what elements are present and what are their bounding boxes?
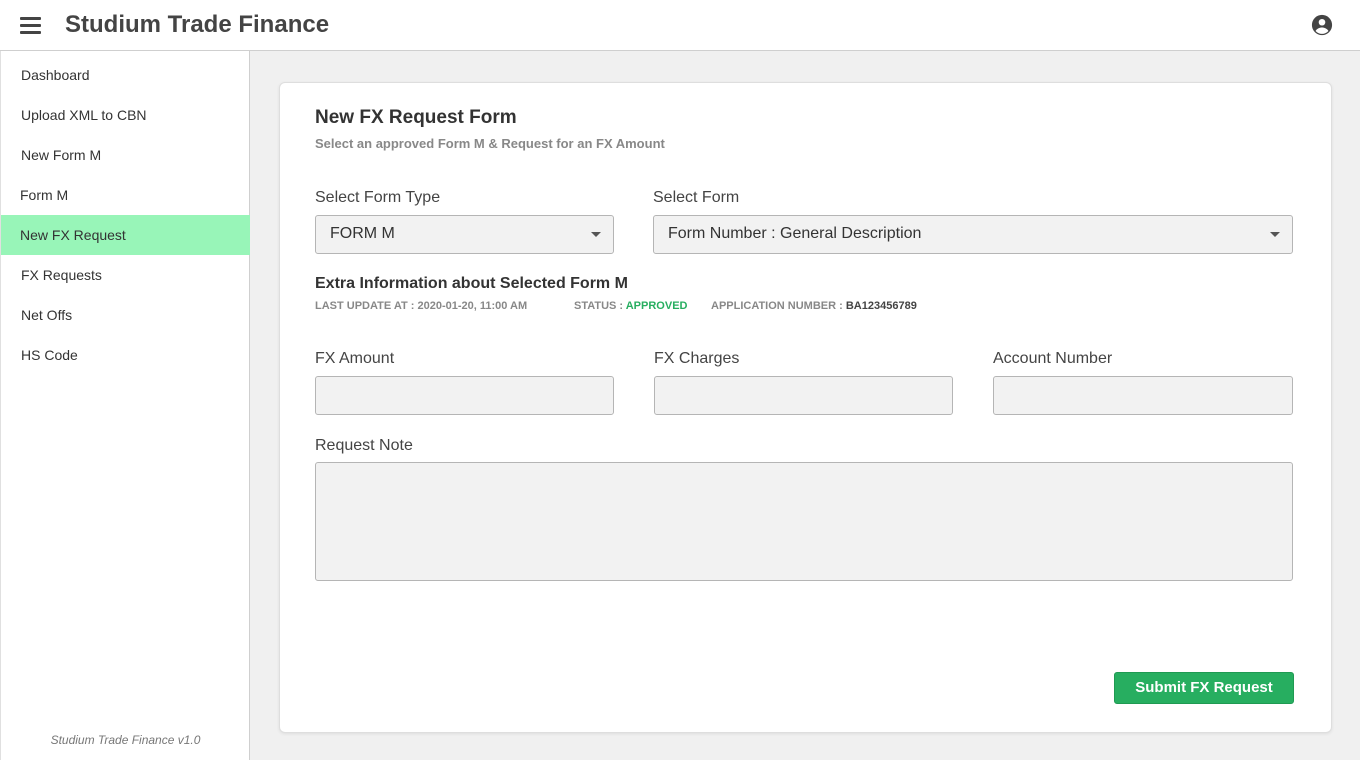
sidebar-item-new-fx-request[interactable]: New FX Request [1, 215, 250, 255]
sidebar-item-net-offs[interactable]: Net Offs [1, 295, 250, 335]
hamburger-menu-icon[interactable] [19, 15, 43, 35]
form-type-value: FORM M [330, 225, 395, 242]
sidebar-item-fx-requests[interactable]: FX Requests [1, 255, 250, 295]
status-badge: APPROVED [625, 300, 688, 312]
fx-charges-input[interactable] [654, 376, 953, 415]
account-circle-icon[interactable] [1311, 14, 1333, 36]
top-app-bar: Studium Trade Finance [0, 0, 1360, 51]
fx-amount-label: FX Amount [315, 350, 395, 367]
account-number-input[interactable] [993, 376, 1293, 415]
form-type-select[interactable]: FORM M [315, 215, 614, 254]
app-title: Studium Trade Finance [65, 11, 330, 38]
status-meta: STATUS : APPROVED [574, 300, 687, 312]
last-update-value: 2020-01-20, 11:00 AM [417, 300, 528, 312]
sidebar-item-form-m[interactable]: Form M [1, 175, 250, 215]
sidebar-item-dashboard[interactable]: Dashboard [1, 55, 250, 95]
submit-fx-request-button[interactable]: Submit FX Request [1114, 672, 1294, 704]
chevron-down-icon [1270, 232, 1280, 237]
last-update-meta: LAST UPDATE AT : 2020-01-20, 11:00 AM [315, 300, 527, 312]
form-subtitle: Select an approved Form M & Request for … [315, 136, 665, 151]
status-label: STATUS : [574, 300, 626, 312]
sidebar-item-upload-xml[interactable]: Upload XML to CBN [1, 95, 250, 135]
select-form-select[interactable]: Form Number : General Description [653, 215, 1293, 254]
sidebar: Dashboard Upload XML to CBN New Form M F… [0, 51, 250, 760]
fx-charges-label: FX Charges [654, 350, 740, 367]
extra-info-title: Extra Information about Selected Form M [315, 275, 628, 292]
sidebar-item-hs-code[interactable]: HS Code [1, 335, 250, 375]
request-note-label: Request Note [315, 437, 413, 454]
form-type-label: Select Form Type [315, 189, 441, 206]
sidebar-item-new-form-m[interactable]: New Form M [1, 135, 250, 175]
chevron-down-icon [591, 232, 601, 237]
fx-amount-input[interactable] [315, 376, 614, 415]
application-number-label: APPLICATION NUMBER : [711, 300, 846, 312]
last-update-label: LAST UPDATE AT : [315, 300, 418, 312]
select-form-label: Select Form [653, 189, 740, 206]
application-number-meta: APPLICATION NUMBER : BA123456789 [711, 300, 917, 312]
request-note-textarea[interactable] [315, 462, 1293, 581]
app-version: Studium Trade Finance v1.0 [50, 733, 201, 747]
select-form-value: Form Number : General Description [668, 225, 922, 242]
fx-request-form-card: New FX Request Form Select an approved F… [279, 82, 1332, 733]
form-title: New FX Request Form [315, 107, 517, 128]
account-number-label: Account Number [993, 350, 1113, 367]
application-number-value: BA123456789 [845, 300, 917, 312]
